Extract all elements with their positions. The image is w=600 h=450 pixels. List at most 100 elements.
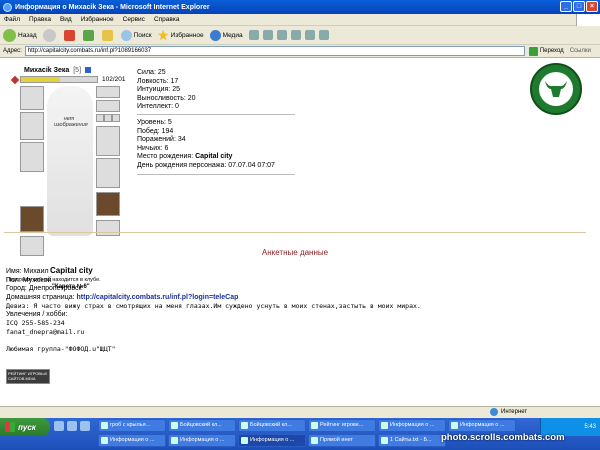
quick-launch-media-icon[interactable] (67, 421, 77, 431)
back-arrow-icon (3, 28, 16, 42)
menu-edit[interactable]: Правка (29, 16, 51, 23)
home-button[interactable] (101, 29, 115, 41)
search-icon (120, 29, 132, 41)
maximize-button[interactable]: □ (573, 1, 585, 12)
refresh-button[interactable] (82, 29, 96, 41)
cloak-slot[interactable] (96, 192, 120, 216)
task-button-5[interactable]: Информация о ... (378, 419, 446, 432)
task-label: Прямой инет (320, 437, 353, 443)
earring-slot[interactable] (96, 86, 120, 98)
heart-icon (10, 75, 20, 85)
start-button[interactable]: пуск (0, 418, 50, 436)
menu-file[interactable]: Файл (4, 16, 20, 23)
minimize-button[interactable]: _ (560, 1, 572, 12)
profile-section-title: Анкетные данные (261, 248, 329, 257)
profile-city: Город: Днепропетровск (6, 285, 82, 292)
menu-help[interactable]: Справка (154, 16, 180, 23)
favorites-button[interactable]: Избранное (157, 29, 204, 41)
status-bar: Интернет (0, 406, 600, 418)
shield-slot[interactable] (96, 158, 120, 188)
record-birthplace: Место рождения: Capital city (137, 153, 275, 162)
armor-slot[interactable] (20, 142, 44, 172)
stat-endurance: Выносливость: 20 (137, 94, 196, 102)
record-divider (137, 174, 295, 175)
amulet-slot[interactable] (96, 100, 120, 112)
profile-motto: Девиз: Я часто вижу страх в смотрящих на… (6, 302, 421, 310)
menu-tools[interactable]: Сервис (123, 16, 145, 23)
task-label: Информация о ... (460, 422, 505, 428)
gloves-slot[interactable] (96, 126, 120, 156)
media-icon (209, 29, 221, 41)
hp-text: 102/201 (102, 76, 126, 83)
folder-icon[interactable] (304, 30, 315, 40)
leggings-slot[interactable] (96, 220, 120, 236)
windows-flag-icon (5, 422, 15, 432)
toolbar: Назад Поиск Избранное Медиа (0, 26, 600, 45)
task-button-7[interactable]: Информация о ... (98, 434, 166, 447)
back-button[interactable]: Назад (3, 28, 37, 42)
task-button-9[interactable]: Информация о ... (238, 434, 306, 447)
messenger-icon[interactable] (318, 30, 329, 40)
menu-view[interactable]: Вид (60, 16, 72, 23)
task-button-4[interactable]: Рейтинг игрове... (308, 419, 376, 432)
links-button[interactable]: Ссылки (570, 48, 591, 54)
clock[interactable]: 5:43 (584, 424, 596, 430)
weapon-slot[interactable] (20, 112, 44, 140)
profile-homepage: Домашняя страница: http://capitalcity.co… (6, 294, 421, 303)
task-button-11[interactable]: 1 Сайты.txt - Б... (378, 434, 446, 447)
rating-counter-banner[interactable]: РЕЙТИНГ ИГРОВЫХ САЙТОВ MDIA (6, 369, 50, 384)
ring-slot-2[interactable] (104, 114, 112, 122)
profile-icq: ICQ 255-585-234 (6, 319, 65, 327)
forward-button[interactable] (42, 28, 58, 42)
media-label: Медиа (222, 31, 243, 39)
belt-slot[interactable] (20, 206, 44, 232)
task-button-10[interactable]: Прямой инет (308, 434, 376, 447)
window-titlebar[interactable]: Информация о Mихасik Зека - Microsoft In… (0, 0, 600, 14)
menu-favorites[interactable]: Избранное (81, 16, 114, 23)
task-icon (241, 422, 248, 429)
task-button-8[interactable]: Информация о ... (168, 434, 236, 447)
search-button[interactable]: Поиск (120, 29, 152, 41)
clan-emblem-icon[interactable] (530, 63, 582, 115)
quick-launch-desktop-icon[interactable] (80, 421, 90, 431)
window-title: Информация о Mихасik Зека - Microsoft In… (15, 3, 210, 11)
bull-head-icon (539, 72, 573, 106)
helmet-slot[interactable] (20, 86, 44, 110)
start-label: пуск (18, 422, 36, 432)
stat-intuition: Интуиция: 25 (137, 86, 180, 93)
task-icon (311, 437, 318, 444)
task-icon (381, 422, 388, 429)
mail-icon[interactable] (262, 30, 273, 40)
body-silhouette (47, 86, 93, 236)
hp-bar-fill (21, 77, 60, 82)
ie-icon (3, 2, 12, 12)
homepage-link[interactable]: http://capitalcity.combats.ru/inf.pl?log… (77, 294, 239, 301)
task-button-2[interactable]: Бойцовский кл... (168, 419, 236, 432)
home-icon (101, 29, 113, 41)
security-zone: Интернет (490, 408, 527, 416)
address-input[interactable]: http://capitalcity.combats.ru/inf.pl?108… (24, 46, 525, 56)
task-button-3[interactable]: Бойцовский кл... (238, 419, 306, 432)
profile-email: fanat_dnepra@mail.ru (6, 327, 85, 336)
task-label: Информация о ... (180, 437, 225, 443)
task-button-6[interactable]: Информация о ... (448, 419, 516, 432)
profile-name: Имя: Михаил (6, 268, 49, 275)
edit-icon[interactable] (290, 30, 301, 40)
print-icon[interactable] (276, 30, 287, 40)
back-label: Назад (18, 31, 37, 39)
stop-button[interactable] (63, 29, 77, 41)
info-badge-icon[interactable] (84, 67, 91, 74)
ring-slot-3[interactable] (112, 114, 120, 122)
section-divider (4, 232, 586, 233)
quick-launch-ie-icon[interactable] (54, 421, 64, 431)
go-button[interactable]: Переход (528, 46, 564, 56)
attribute-stats: Сила: 25 Ловкость: 17 Интуиция: 25 Вынос… (137, 69, 196, 112)
close-button[interactable]: × (586, 1, 598, 12)
go-arrow-icon (528, 46, 538, 56)
character-level: [5] (73, 67, 82, 74)
ring-slot-1[interactable] (96, 114, 104, 122)
task-button-1[interactable]: гроб с крылья... (98, 419, 166, 432)
media-button[interactable]: Медиа (209, 29, 243, 41)
history-icon[interactable] (248, 30, 259, 40)
